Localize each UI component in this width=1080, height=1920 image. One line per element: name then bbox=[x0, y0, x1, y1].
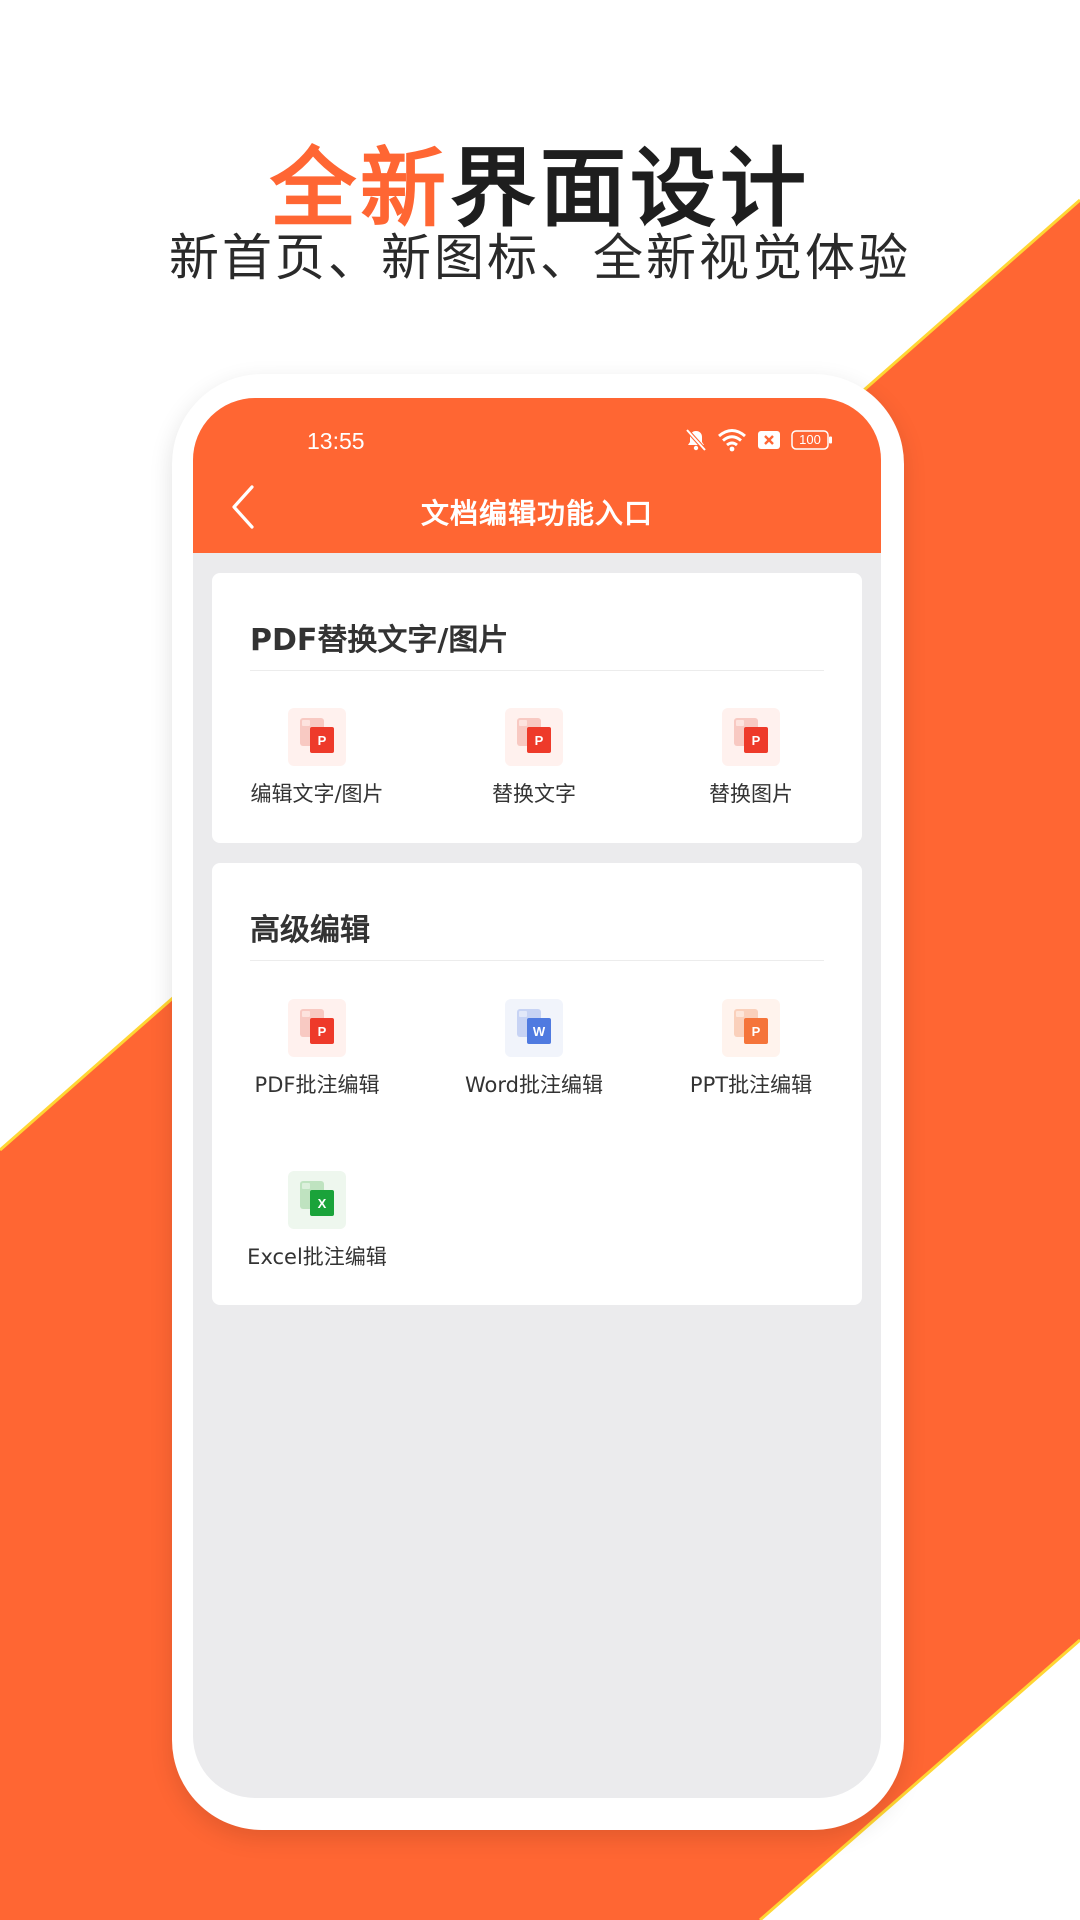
tile-replace-image[interactable]: P 替换图片 bbox=[651, 708, 851, 818]
tile-label: 编辑文字/图片 bbox=[250, 782, 384, 806]
tile-edit-text-image[interactable]: P 编辑文字/图片 bbox=[217, 708, 417, 818]
tile-label: PDF批注编辑 bbox=[254, 1073, 380, 1097]
tile-pdf-annotate[interactable]: P PDF批注编辑 bbox=[217, 999, 417, 1109]
section-title: 高级编辑 bbox=[250, 913, 370, 948]
svg-text:P: P bbox=[318, 1024, 327, 1039]
svg-text:P: P bbox=[752, 1024, 761, 1039]
sim-error-icon bbox=[757, 430, 781, 450]
tile-ppt-annotate[interactable]: P PPT批注编辑 bbox=[651, 999, 851, 1109]
tile-replace-text[interactable]: P 替换文字 bbox=[434, 708, 634, 818]
word-file-icon: W bbox=[505, 999, 563, 1057]
svg-text:P: P bbox=[318, 733, 327, 748]
section-divider bbox=[250, 670, 824, 671]
promo-subline: 新首页、新图标、全新视觉体验 bbox=[169, 229, 911, 287]
section-card-advanced-edit: 高级编辑 P PDF批注编辑 W Word批注编辑 P PPT批注编辑 X Ex… bbox=[212, 863, 862, 1305]
pdf-file-icon: P bbox=[288, 708, 346, 766]
tile-label: Word批注编辑 bbox=[465, 1073, 603, 1097]
wifi-icon bbox=[717, 428, 747, 452]
section-divider bbox=[250, 960, 824, 961]
pdf-file-icon: P bbox=[505, 708, 563, 766]
tile-word-annotate[interactable]: W Word批注编辑 bbox=[434, 999, 634, 1109]
phone-screen: 13:55 100 文档编辑功能入口 PDF替换文字/图片 P 编辑文字/图片 … bbox=[193, 398, 881, 1798]
battery-icon: 100 bbox=[791, 430, 833, 450]
svg-text:W: W bbox=[533, 1024, 546, 1039]
ppt-file-icon: P bbox=[722, 999, 780, 1057]
pdf-file-icon: P bbox=[288, 999, 346, 1057]
app-bar: 13:55 100 文档编辑功能入口 bbox=[193, 398, 881, 553]
tile-excel-annotate[interactable]: X Excel批注编辑 bbox=[217, 1171, 417, 1281]
svg-text:X: X bbox=[318, 1196, 327, 1211]
excel-file-icon: X bbox=[288, 1171, 346, 1229]
svg-text:P: P bbox=[535, 733, 544, 748]
svg-text:P: P bbox=[752, 733, 761, 748]
tile-label: 替换图片 bbox=[709, 782, 793, 806]
status-icons: 100 bbox=[685, 427, 833, 453]
tile-label: PPT批注编辑 bbox=[689, 1073, 813, 1097]
tile-label: 替换文字 bbox=[492, 782, 576, 806]
pdf-file-icon: P bbox=[722, 708, 780, 766]
section-card-pdf-replace: PDF替换文字/图片 P 编辑文字/图片 P 替换文字 P 替换图片 bbox=[212, 573, 862, 843]
tile-label: Excel批注编辑 bbox=[247, 1245, 387, 1269]
battery-level-text: 100 bbox=[799, 432, 821, 447]
status-time: 13:55 bbox=[307, 428, 365, 454]
section-title: PDF替换文字/图片 bbox=[250, 623, 509, 658]
bell-off-icon bbox=[685, 428, 707, 452]
page-title: 文档编辑功能入口 bbox=[420, 497, 653, 530]
